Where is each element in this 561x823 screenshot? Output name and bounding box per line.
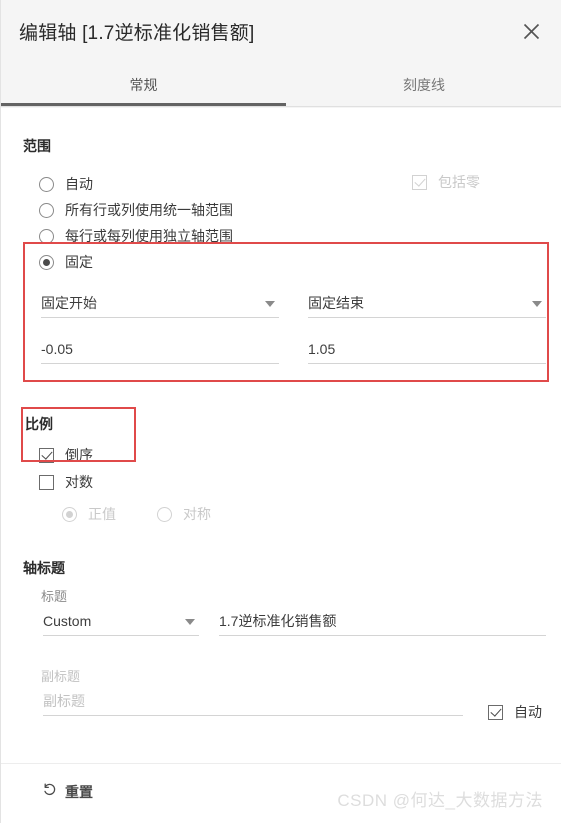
radio-uniform-range[interactable]: 所有行或列使用统一轴范围: [39, 200, 233, 220]
fixed-start-dropdown-label: 固定开始: [41, 294, 97, 311]
checkbox-reversed-indicator: [39, 447, 54, 463]
fixed-end-input[interactable]: 1.05: [308, 334, 546, 364]
radio-uniform-range-label: 所有行或列使用统一轴范围: [65, 202, 233, 218]
watermark: CSDN @何达_大数据方法: [337, 791, 543, 810]
checkbox-subtitle-auto-indicator: [488, 704, 503, 720]
title-mode-value: Custom: [43, 612, 92, 629]
subtitle-field-label: 副标题: [41, 669, 81, 684]
radio-independent-range[interactable]: 每行或每列使用独立轴范围: [39, 226, 233, 246]
dialog-titlebar: 编辑轴 [1.7逆标准化销售额]: [1, 0, 561, 62]
radio-symmetric: 对称: [157, 504, 211, 524]
radio-independent-range-indicator: [39, 228, 54, 244]
dialog-body: 范围 自动 所有行或列使用统一轴范围 每行或每列使用独立轴范围 固定 包括零 固…: [1, 108, 561, 763]
reset-button[interactable]: 重置: [43, 782, 93, 802]
radio-independent-range-label: 每行或每列使用独立轴范围: [65, 228, 233, 244]
checkbox-include-zero: 包括零: [412, 172, 480, 192]
title-mode-dropdown[interactable]: Custom: [43, 606, 199, 636]
dialog-tabbar: 常规 刻度线: [1, 62, 561, 108]
checkbox-logarithmic-label: 对数: [65, 474, 93, 490]
axis-title-value: 1.7逆标准化销售额: [219, 612, 337, 629]
radio-positive-values-label: 正值: [88, 506, 116, 522]
fixed-start-dropdown[interactable]: 固定开始: [41, 288, 279, 318]
chevron-down-icon: [185, 618, 195, 625]
radio-uniform-range-indicator: [39, 202, 54, 218]
axis-title-input[interactable]: 1.7逆标准化销售额: [219, 606, 546, 636]
tabbar-baseline: [1, 106, 561, 107]
radio-fixed-indicator: [39, 254, 54, 270]
chevron-down-icon: [265, 300, 275, 307]
dialog-title: 编辑轴 [1.7逆标准化销售额]: [19, 22, 255, 44]
tab-ticks[interactable]: 刻度线: [286, 62, 561, 108]
checkbox-logarithmic-indicator: [39, 474, 54, 490]
radio-symmetric-label: 对称: [183, 506, 211, 522]
close-icon[interactable]: [514, 14, 548, 48]
undo-icon: [43, 783, 57, 802]
radio-fixed[interactable]: 固定: [39, 252, 93, 272]
range-section-title: 范围: [23, 138, 51, 154]
scale-section-title: 比例: [25, 416, 53, 432]
axis-subtitle-placeholder: 副标题: [43, 692, 85, 709]
chevron-down-icon: [532, 300, 542, 307]
tab-general[interactable]: 常规: [1, 62, 286, 108]
checkbox-subtitle-auto-label: 自动: [514, 704, 542, 720]
radio-symmetric-indicator: [157, 506, 172, 522]
fixed-end-value: 1.05: [308, 340, 336, 357]
fixed-end-dropdown-label: 固定结束: [308, 294, 364, 311]
axis-title-section-title: 轴标题: [23, 560, 65, 576]
edit-axis-dialog: 编辑轴 [1.7逆标准化销售额] 常规 刻度线 范围 自动 所有行或列使用统一轴…: [0, 0, 561, 823]
checkbox-reversed[interactable]: 倒序: [39, 445, 93, 465]
title-field-label: 标题: [41, 589, 68, 604]
checkbox-include-zero-indicator: [412, 174, 427, 190]
checkbox-subtitle-auto[interactable]: 自动: [488, 702, 542, 722]
radio-auto[interactable]: 自动: [39, 174, 93, 194]
reset-button-label: 重置: [65, 784, 93, 800]
checkbox-include-zero-label: 包括零: [438, 174, 480, 190]
radio-auto-indicator: [39, 176, 54, 192]
radio-positive-values-indicator: [62, 506, 77, 522]
checkbox-reversed-label: 倒序: [65, 447, 93, 463]
radio-auto-label: 自动: [65, 176, 93, 192]
radio-fixed-label: 固定: [65, 254, 93, 270]
checkbox-logarithmic[interactable]: 对数: [39, 472, 93, 492]
fixed-start-input[interactable]: -0.05: [41, 334, 279, 364]
axis-subtitle-input[interactable]: 副标题: [43, 686, 463, 716]
fixed-start-value: -0.05: [41, 340, 73, 357]
fixed-end-dropdown[interactable]: 固定结束: [308, 288, 546, 318]
radio-positive-values: 正值: [62, 504, 116, 524]
